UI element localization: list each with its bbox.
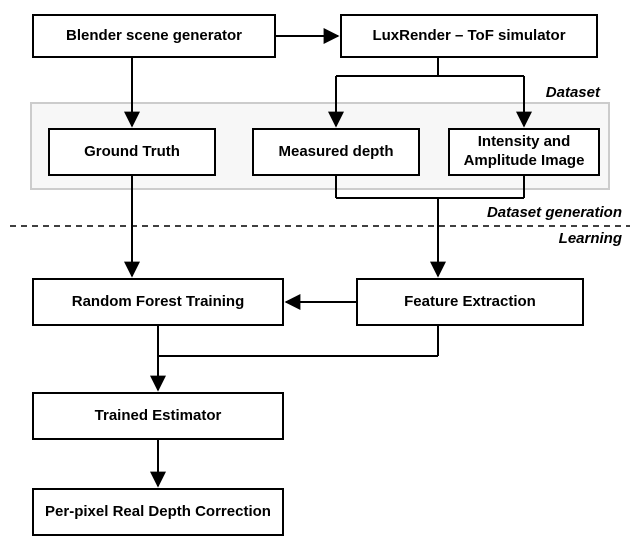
box-label: Ground Truth <box>84 143 180 162</box>
box-label: Per-pixel Real Depth Correction <box>45 503 271 522</box>
box-label: Measured depth <box>278 143 393 162</box>
box-measured-depth: Measured depth <box>252 128 420 176</box>
box-random-forest-training: Random Forest Training <box>32 278 284 326</box>
box-label: Trained Estimator <box>95 407 222 426</box>
box-label: Blender scene generator <box>66 27 242 46</box>
box-ground-truth: Ground Truth <box>48 128 216 176</box>
box-per-pixel-correction: Per-pixel Real Depth Correction <box>32 488 284 536</box>
box-label: LuxRender – ToF simulator <box>372 27 565 46</box>
box-luxrender: LuxRender – ToF simulator <box>340 14 598 58</box>
label-dataset: Dataset <box>546 84 600 101</box>
box-label: Random Forest Training <box>72 293 245 312</box>
box-label: Intensity and Amplitude Image <box>456 133 592 171</box>
box-label: Feature Extraction <box>404 293 536 312</box>
box-intensity-amplitude: Intensity and Amplitude Image <box>448 128 600 176</box>
box-trained-estimator: Trained Estimator <box>32 392 284 440</box>
box-blender: Blender scene generator <box>32 14 276 58</box>
label-dataset-generation: Dataset generation <box>487 204 622 221</box>
label-learning: Learning <box>559 230 622 247</box>
arrows-layer <box>0 0 640 545</box>
box-feature-extraction: Feature Extraction <box>356 278 584 326</box>
